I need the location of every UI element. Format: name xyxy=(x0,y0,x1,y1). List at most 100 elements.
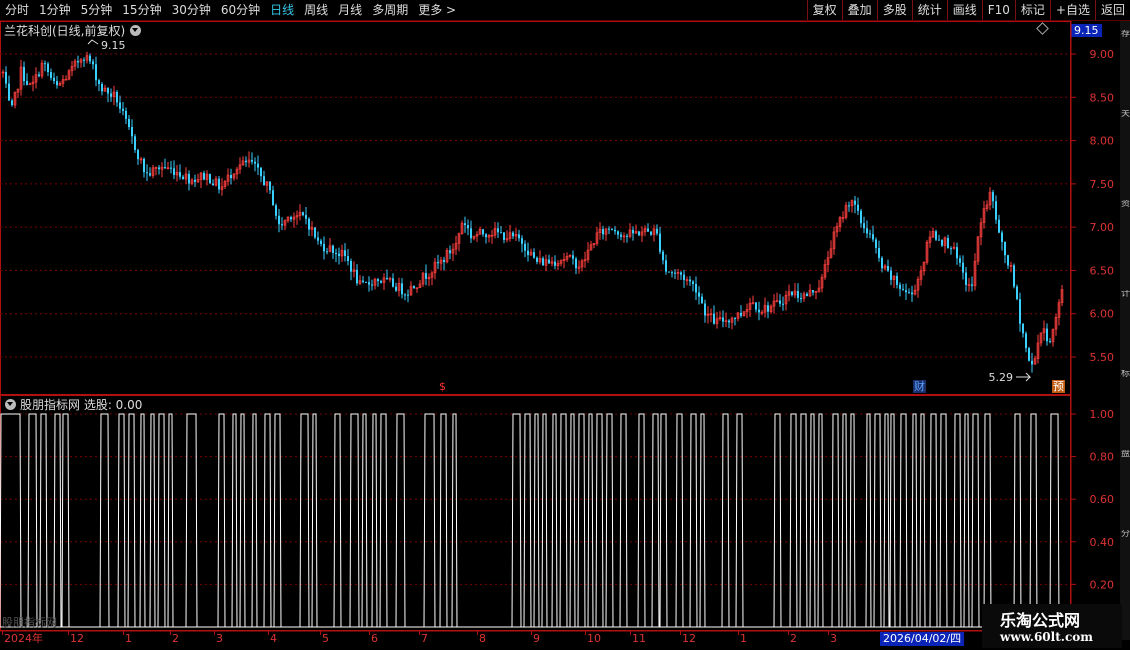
signal-pulse xyxy=(577,413,586,628)
candle-body xyxy=(260,167,262,177)
candle-body xyxy=(317,237,319,241)
candle-body xyxy=(332,245,334,253)
candle-body xyxy=(245,160,247,163)
signal-pulse xyxy=(939,413,948,628)
candle-body xyxy=(797,290,799,298)
side-strip-item[interactable]: 盘 xyxy=(1121,450,1130,459)
date-label: 7 xyxy=(421,632,428,645)
candle-body xyxy=(467,225,469,229)
candle-body xyxy=(512,232,514,237)
date-tick xyxy=(680,631,681,635)
signal-pulse xyxy=(263,413,272,628)
candle-body xyxy=(128,118,130,128)
signal-pulse xyxy=(971,413,980,628)
candle-body xyxy=(548,259,550,264)
candle-body xyxy=(500,232,502,234)
candle-body xyxy=(485,234,487,238)
candle-body xyxy=(911,292,913,295)
candle-body xyxy=(368,282,370,285)
candle-body xyxy=(350,260,352,272)
brand-name: 乐淘公式网 xyxy=(1000,611,1081,630)
signal-pulse xyxy=(637,413,646,628)
candle-body xyxy=(1016,286,1018,300)
candle-body xyxy=(143,158,145,173)
candle-body xyxy=(671,272,673,274)
signal-pulse xyxy=(217,413,226,628)
candle-body xyxy=(542,258,544,266)
candle-body xyxy=(137,149,139,160)
candle-body xyxy=(575,258,577,269)
candle-body xyxy=(887,265,889,271)
candle-body xyxy=(254,161,256,164)
candle-body xyxy=(662,251,664,261)
cursor-date-badge: 2026/04/02/四 xyxy=(880,632,965,646)
candle-body xyxy=(848,205,850,207)
date-tick xyxy=(738,631,739,635)
candle-body xyxy=(386,277,388,279)
candle-body xyxy=(182,176,184,180)
signal-pulse xyxy=(983,413,992,628)
candle-body xyxy=(269,181,271,191)
side-strip-item[interactable]: 资 xyxy=(1121,200,1130,209)
side-strip-item[interactable]: 分 xyxy=(1121,530,1130,539)
candle-body xyxy=(1049,341,1051,343)
y-tick-label: 0.20 xyxy=(1090,578,1115,591)
side-strip-item[interactable]: 标 xyxy=(1121,370,1130,379)
candle-body xyxy=(449,250,451,254)
signal-pulse xyxy=(39,413,48,628)
signal-pulse xyxy=(899,413,908,628)
candle-body xyxy=(1001,232,1003,242)
side-strip-item[interactable]: 计 xyxy=(1121,290,1130,299)
candle-body xyxy=(665,260,667,272)
signal-pulse xyxy=(911,413,918,628)
signal-pulse xyxy=(157,413,166,628)
candle-body xyxy=(992,192,994,202)
side-strip-item[interactable]: 荐 xyxy=(1121,30,1130,39)
signal-pulse xyxy=(361,413,368,628)
date-label: 4 xyxy=(270,632,277,645)
candle-body xyxy=(905,290,907,293)
candle-body xyxy=(119,102,121,109)
candle-body xyxy=(131,127,133,137)
candle-body xyxy=(611,229,613,231)
candle-body xyxy=(680,272,682,275)
candle-body xyxy=(95,64,97,81)
date-label: 3 xyxy=(216,632,223,645)
y-tick-label: 5.50 xyxy=(1090,351,1115,364)
candle-body xyxy=(902,288,904,291)
candle-body xyxy=(740,312,742,316)
candle-body xyxy=(335,252,337,254)
signal-pulse xyxy=(817,413,824,628)
date-tick xyxy=(585,631,586,635)
date-label: 1 xyxy=(740,632,747,645)
signal-pulse xyxy=(251,413,258,628)
candle-body xyxy=(779,300,781,304)
event-marker-1[interactable]: 财 xyxy=(913,380,926,393)
indicator-watermark: 股朋指标网 xyxy=(2,616,57,629)
candle-body xyxy=(947,237,949,249)
y-tick-label: 8.50 xyxy=(1090,91,1115,104)
candle-body xyxy=(401,283,403,295)
candle-body xyxy=(122,108,124,111)
date-label: 1 xyxy=(125,632,132,645)
candle-body xyxy=(203,172,205,180)
signal-pulse xyxy=(963,413,970,628)
signal-pulse xyxy=(299,413,310,628)
y-tick-label: 0.40 xyxy=(1090,536,1115,549)
date-tick xyxy=(419,631,420,635)
signal-pulse xyxy=(841,413,848,628)
signal-pulse xyxy=(809,413,816,628)
candle-body xyxy=(107,88,109,94)
candle-body xyxy=(371,284,373,286)
signal-pulse xyxy=(533,413,540,628)
event-marker-2[interactable]: 预 xyxy=(1052,380,1065,393)
side-strip-item[interactable]: 关 xyxy=(1121,110,1130,119)
signal-pulse xyxy=(799,413,808,628)
candle-body xyxy=(218,178,220,190)
signal-pulse xyxy=(0,413,22,628)
signal-pulse xyxy=(559,413,568,628)
event-marker-0[interactable]: $ xyxy=(438,380,447,393)
signal-pulse xyxy=(883,413,890,628)
candle-body xyxy=(77,61,79,63)
signal-pulse xyxy=(451,413,458,628)
